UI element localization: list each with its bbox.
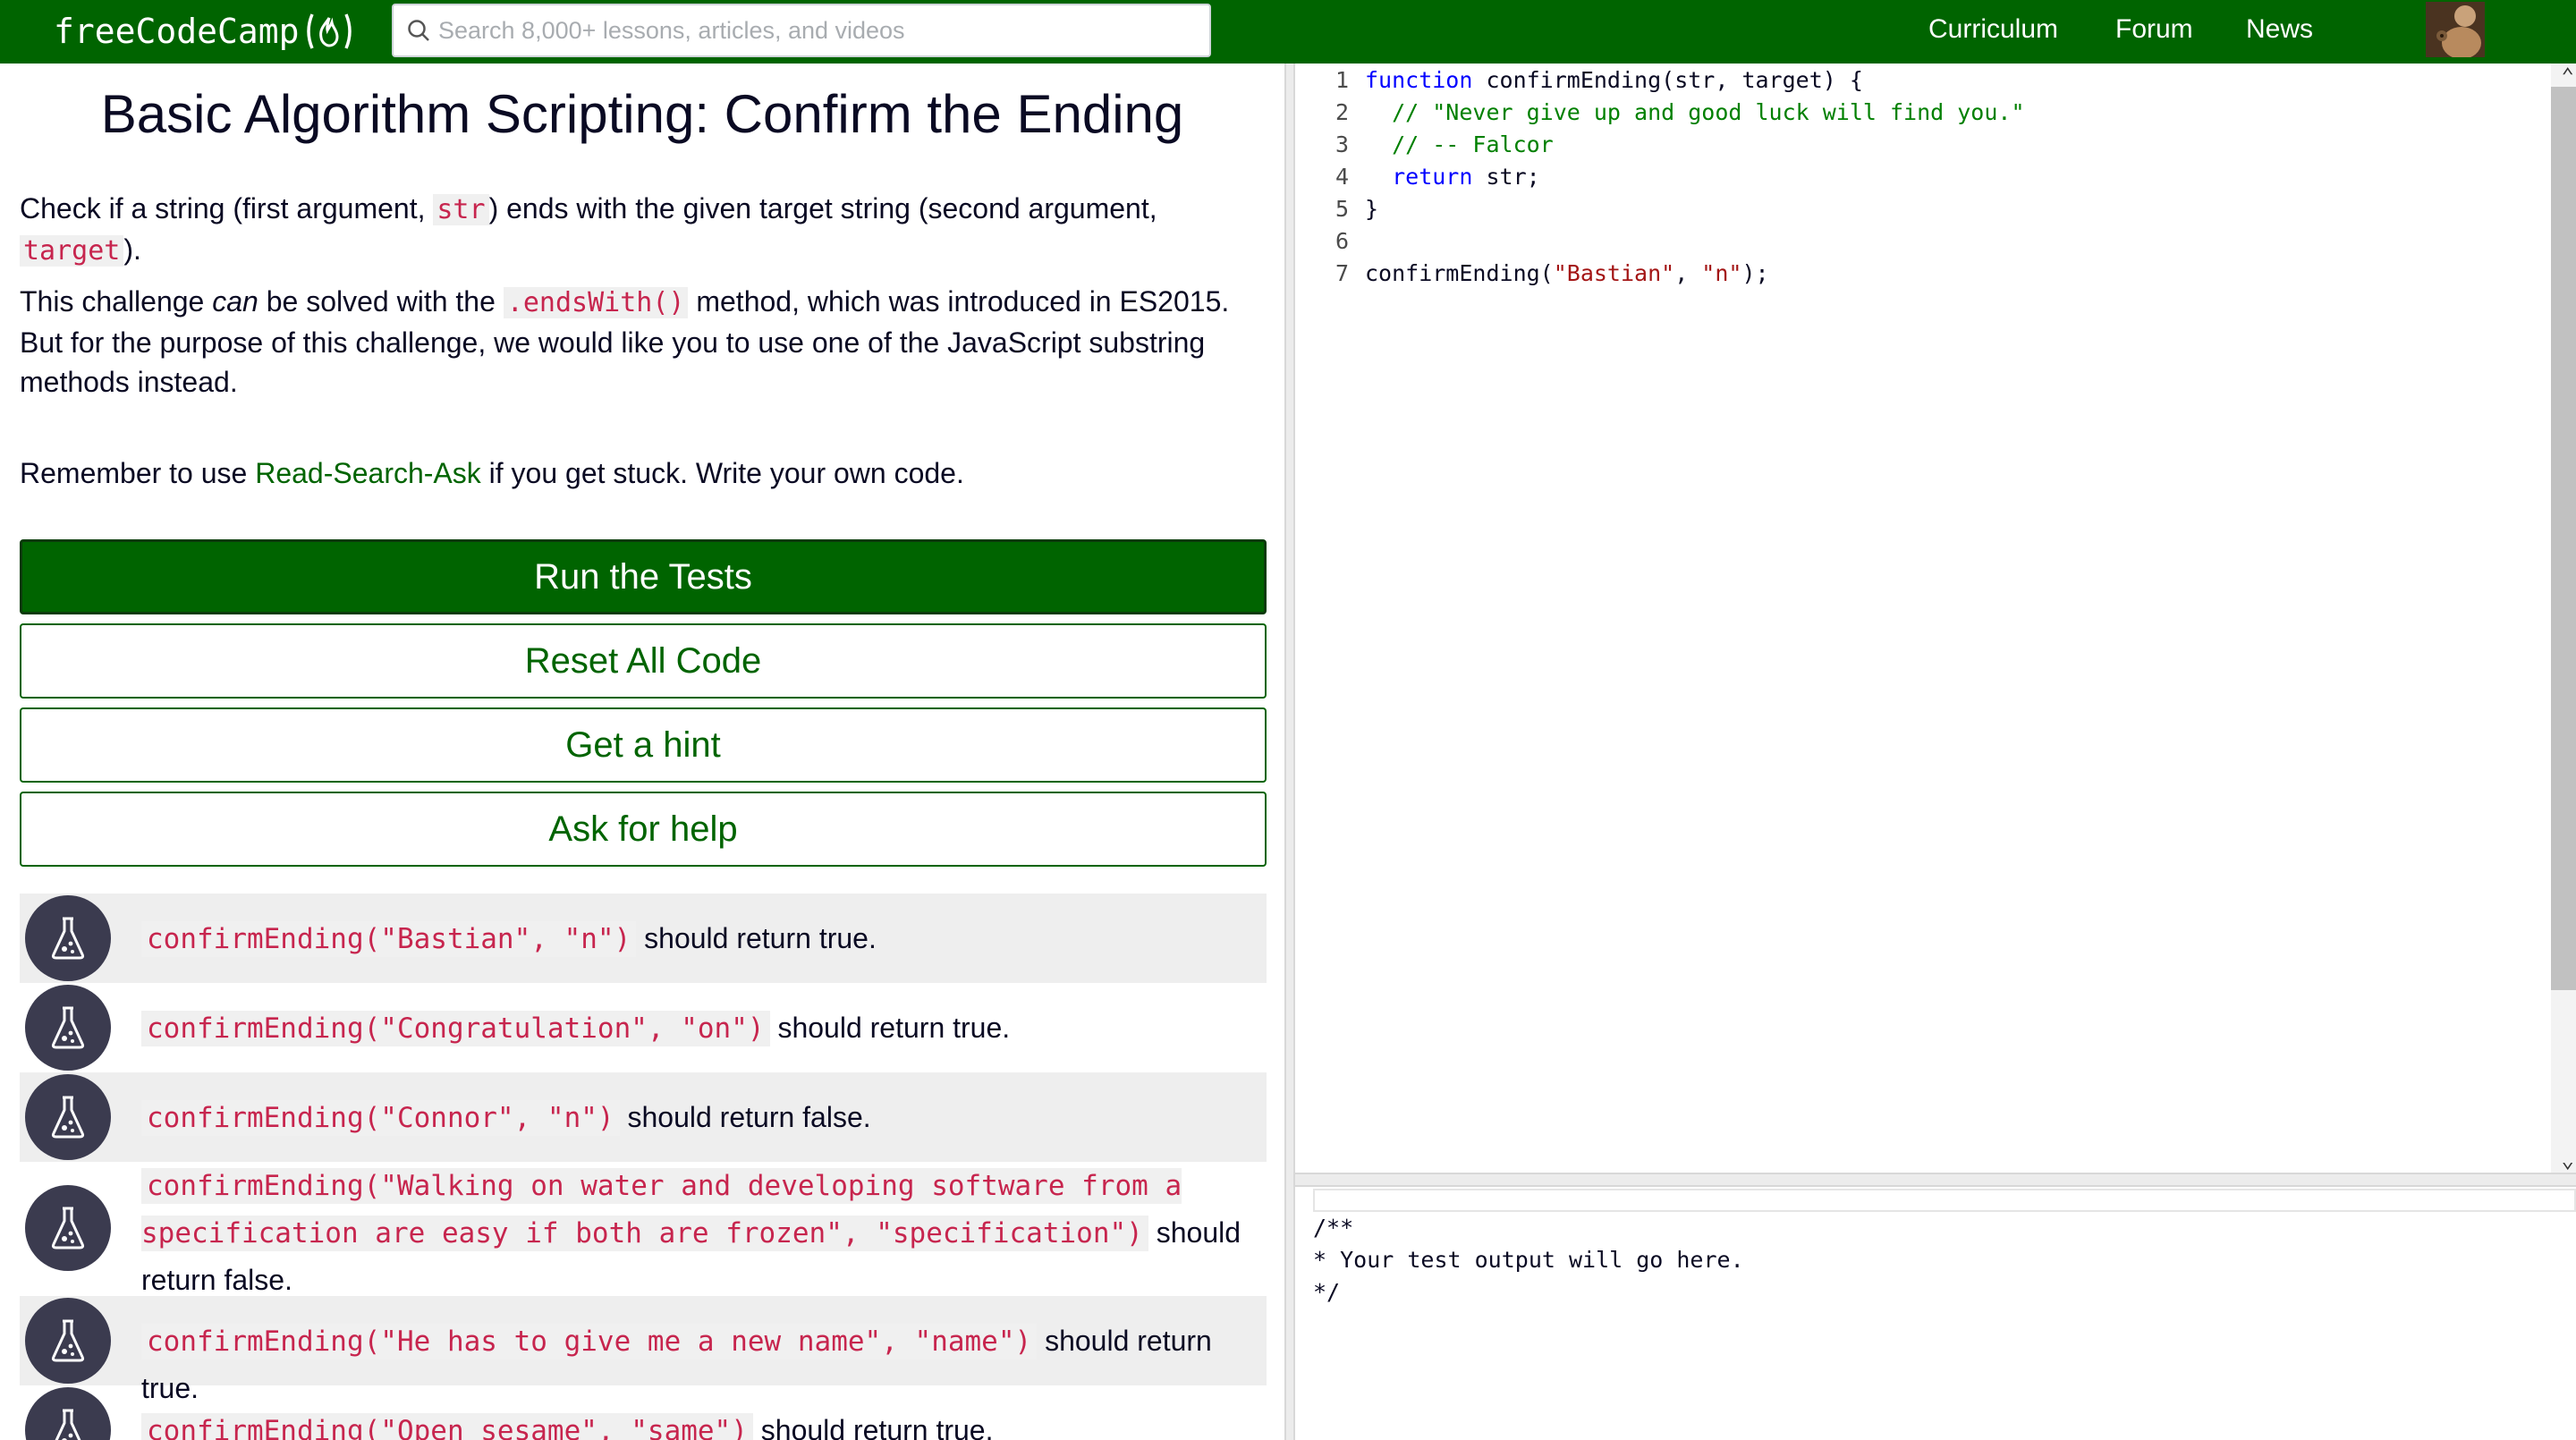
editor-line: 2 // "Never give up and good luck will f… [1295, 96, 2025, 128]
editor-line: 3 // -- Falcor [1295, 128, 1554, 160]
line-number: 2 [1335, 98, 1349, 125]
line-number: 4 [1335, 163, 1349, 190]
editor-scrollbar-thumb[interactable] [2551, 87, 2576, 990]
search-input[interactable] [438, 16, 1208, 45]
nav-link-forum[interactable]: Forum [2115, 14, 2193, 45]
editor-output-resize-handle[interactable] [1295, 1173, 2576, 1187]
code-editor[interactable]: 1 function confirmEnding(str, target) { 2… [1295, 64, 2576, 1173]
test-code: confirmEnding("He has to give me a new n… [141, 1324, 1038, 1360]
flame-icon [303, 11, 355, 52]
top-navbar: freeCodeCamp Curriculum Forum News [0, 0, 2576, 64]
chevron-up-icon[interactable]: ⌃ [2562, 64, 2574, 89]
code-target: target [20, 235, 124, 267]
test-code: confirmEnding("Connor", "n") [141, 1100, 620, 1136]
code-keyword: function [1365, 66, 1473, 93]
p2-text-b: be solved with the [258, 285, 504, 318]
code-text: } [1365, 195, 1379, 222]
line-number: 1 [1335, 66, 1349, 93]
test-code: confirmEnding("Open sesame", "same") [141, 1413, 753, 1440]
p2-text-a: This challenge [20, 285, 213, 318]
chevron-down-icon[interactable]: ⌄ [2562, 1148, 2574, 1173]
editor-line: 1 function confirmEnding(str, target) { [1295, 64, 1863, 96]
p2-emphasis: can [212, 285, 258, 318]
test-row: confirmEnding("Open sesame", "same") sho… [20, 1385, 1267, 1440]
challenge-title: Basic Algorithm Scripting: Confirm the E… [100, 84, 1184, 144]
logo-text: freeCodeCamp [54, 12, 300, 51]
description-paragraph-3: Remember to use Read-Search-Ask if you g… [20, 453, 1272, 493]
line-number: 3 [1335, 131, 1349, 157]
test-row: confirmEnding("Bastian", "n") should ret… [20, 894, 1267, 983]
p1-text-c: ). [123, 233, 141, 266]
code-text: , [1674, 259, 1702, 286]
editor-line: 4 return str; [1295, 160, 1540, 192]
test-expectation: should return true. [769, 1012, 1011, 1044]
line-number: 6 [1335, 227, 1349, 254]
read-search-ask-link[interactable]: Read-Search-Ask [255, 457, 481, 489]
flask-icon [25, 1387, 111, 1440]
output-line: /** [1313, 1215, 1354, 1241]
editor-line: 5} [1295, 192, 1378, 224]
output-line: */ [1313, 1279, 1341, 1305]
freecodecamp-logo[interactable]: freeCodeCamp [54, 7, 355, 55]
line-number: 7 [1335, 259, 1349, 286]
code-comment: // -- Falcor [1365, 131, 1554, 157]
output-header-bar [1313, 1189, 2576, 1212]
code-text: confirmEnding( [1365, 259, 1554, 286]
code-string: "Bastian" [1553, 259, 1675, 286]
code-string: "n" [1701, 259, 1742, 286]
test-description: confirmEnding("Connor", "n") should retu… [141, 1094, 1259, 1141]
user-avatar[interactable] [2426, 2, 2485, 57]
p1-text-a: Check if a string (first argument, [20, 192, 434, 224]
code-text: str; [1472, 163, 1540, 190]
pane-resize-handle[interactable] [1284, 64, 1295, 1440]
run-tests-button[interactable]: Run the Tests [20, 539, 1267, 614]
flask-icon [25, 1185, 111, 1271]
nav-link-news[interactable]: News [2246, 14, 2313, 45]
nav-link-curriculum[interactable]: Curriculum [1928, 14, 2058, 45]
description-paragraph-1: Check if a string (first argument, str) … [20, 189, 1272, 271]
test-description: confirmEnding("Bastian", "n") should ret… [141, 915, 1259, 962]
p3-text-b: if you get stuck. Write your own code. [480, 457, 964, 489]
editor-line: 6 [1295, 224, 1365, 257]
test-code: confirmEnding("Walking on water and deve… [141, 1168, 1182, 1251]
test-description: confirmEnding("Congratulation", "on") sh… [141, 1004, 1259, 1052]
test-row: confirmEnding("Connor", "n") should retu… [20, 1072, 1267, 1162]
flask-icon [25, 1298, 111, 1384]
flask-icon [25, 895, 111, 981]
reset-code-button[interactable]: Reset All Code [20, 623, 1267, 699]
description-paragraph-2: This challenge can be solved with the .e… [20, 282, 1272, 402]
test-expectation: should return true. [636, 922, 877, 954]
test-description: confirmEnding("Walking on water and deve… [141, 1162, 1241, 1303]
test-row: confirmEnding("Walking on water and deve… [20, 1162, 1267, 1296]
instructions-pane: Basic Algorithm Scripting: Confirm the E… [0, 64, 1284, 1440]
code-keyword: return [1365, 163, 1473, 190]
code-endswith: .endsWith() [503, 287, 689, 318]
search-icon [408, 20, 429, 41]
output-line: * Your test output will go here. [1313, 1247, 1744, 1273]
code-comment: // "Never give up and good luck will fin… [1365, 98, 2025, 125]
test-expectation: should return false. [619, 1101, 871, 1133]
p3-text-a: Remember to use [20, 457, 256, 489]
p1-text-b: ) ends with the given target string (sec… [488, 192, 1157, 224]
test-code: confirmEnding("Bastian", "n") [141, 921, 637, 957]
test-output-panel: /** * Your test output will go here. */ [1295, 1187, 2576, 1440]
line-number: 5 [1335, 195, 1349, 222]
flask-icon [25, 985, 111, 1071]
editor-line: 7 confirmEnding("Bastian", "n"); [1295, 257, 1769, 289]
ask-for-help-button[interactable]: Ask for help [20, 792, 1267, 867]
code-text: ); [1741, 259, 1769, 286]
test-row: confirmEnding("He has to give me a new n… [20, 1296, 1267, 1404]
test-code: confirmEnding("Congratulation", "on") [141, 1011, 770, 1046]
test-description: confirmEnding("Open sesame", "same") sho… [141, 1407, 1259, 1440]
code-text: confirmEnding(str, target) { [1472, 66, 1863, 93]
get-hint-button[interactable]: Get a hint [20, 707, 1267, 783]
search-bar[interactable] [392, 4, 1211, 57]
code-str: str [433, 194, 489, 225]
test-row: confirmEnding("Congratulation", "on") sh… [20, 983, 1267, 1072]
flask-icon [25, 1074, 111, 1160]
test-expectation: should return true. [752, 1414, 994, 1440]
